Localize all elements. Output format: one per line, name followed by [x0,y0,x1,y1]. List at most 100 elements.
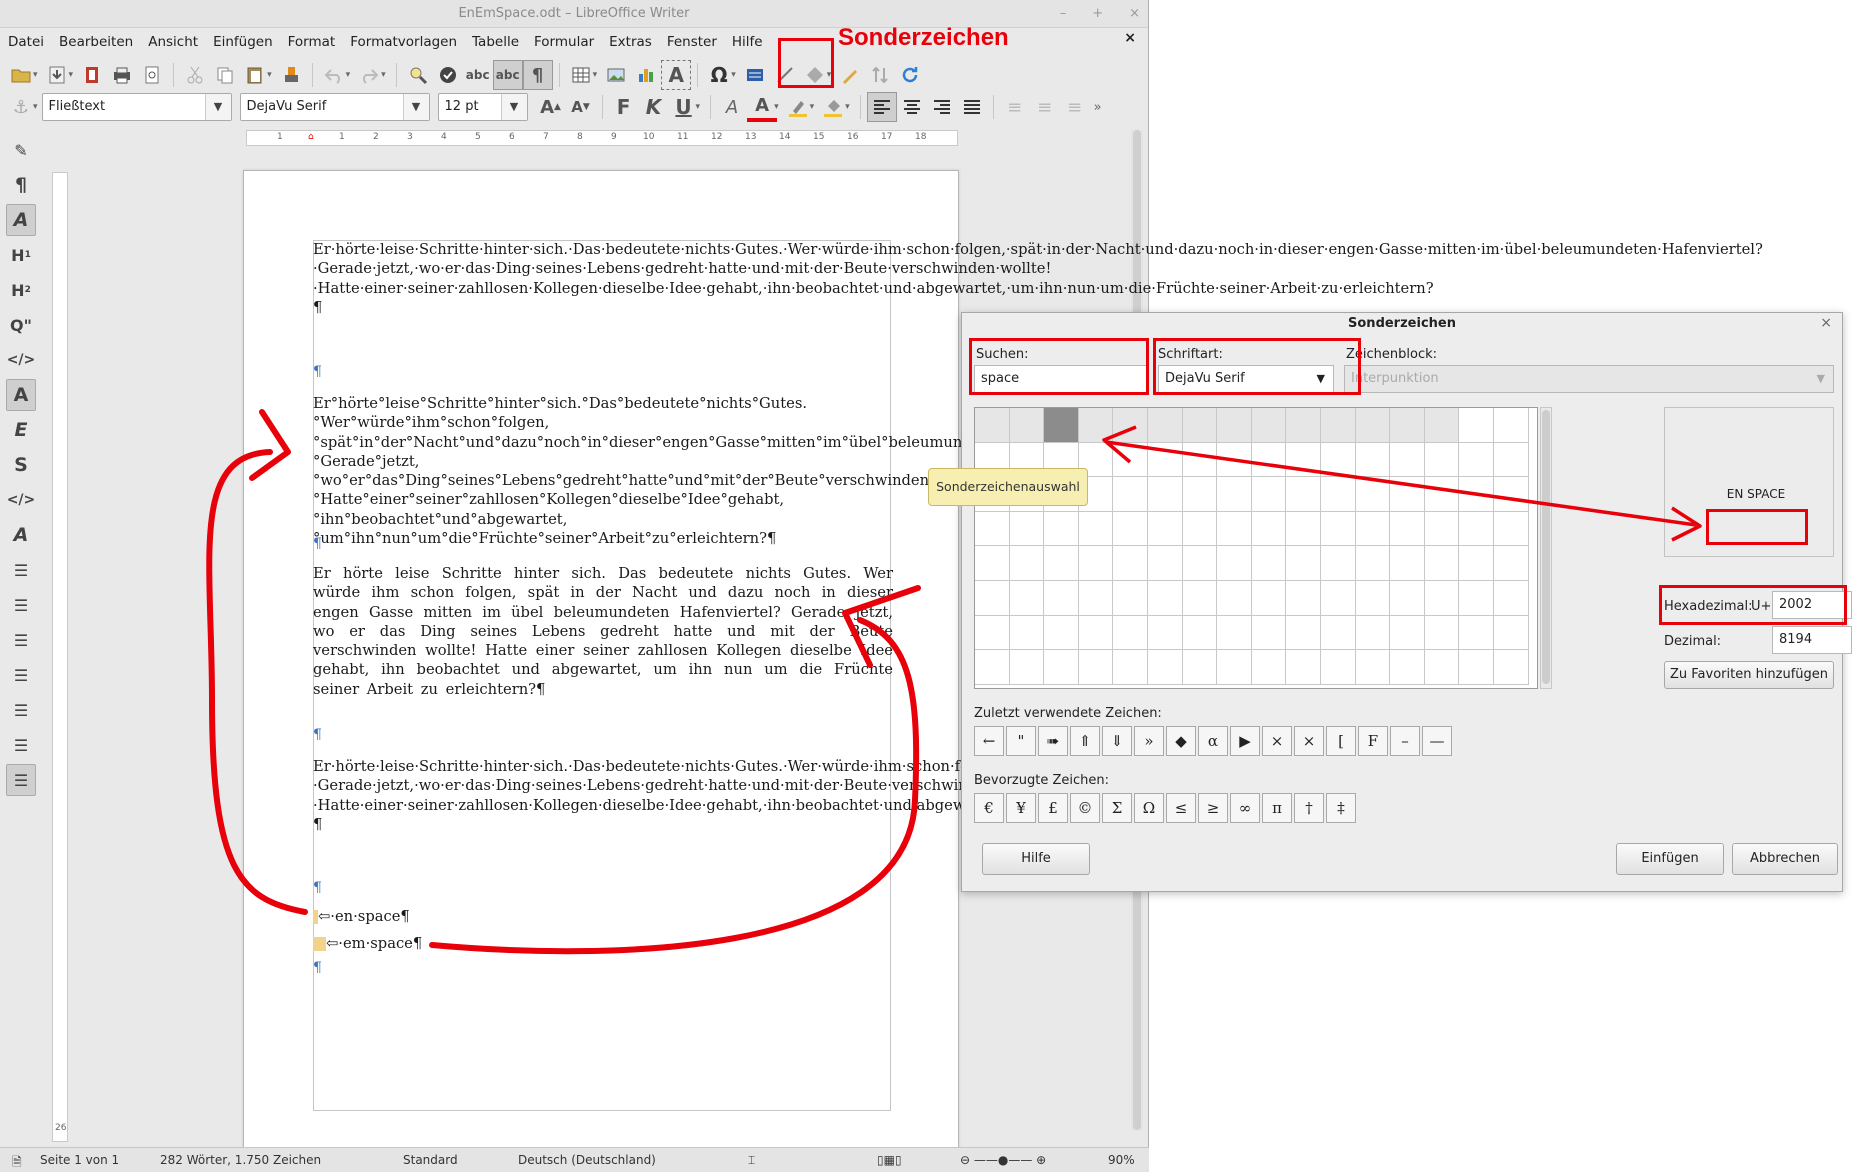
character-cell[interactable] [1286,581,1321,616]
minimize-button[interactable]: – [1060,0,1067,28]
italic-icon[interactable]: K [639,92,669,122]
recent-char[interactable]: [ [1326,726,1356,756]
character-cell[interactable] [1078,581,1114,616]
character-cell[interactable] [1217,546,1252,581]
recent-char[interactable]: – [1390,726,1420,756]
character-cell[interactable] [1078,615,1114,651]
empty-paragraph[interactable]: ¶ [313,364,322,380]
recent-char[interactable]: ▶ [1230,726,1260,756]
character-cell[interactable] [1251,546,1287,581]
heading1-style-icon[interactable]: H1 [6,239,36,271]
character-cell[interactable] [1182,650,1218,685]
no-list-icon[interactable]: ☰ [6,764,36,796]
character-cell[interactable] [1044,511,1079,547]
more-icon[interactable]: » [1094,100,1102,115]
character-cell[interactable] [1494,650,1529,685]
character-cell[interactable] [1459,615,1494,651]
export-pdf-icon[interactable] [77,60,107,90]
recent-char[interactable]: ➠ [1038,726,1068,756]
paragraph-1[interactable]: Er·hörte·leise·Schritte·hinter·sich.·Das… [313,240,1763,317]
character-cell[interactable] [1390,442,1425,478]
list-roman-icon[interactable]: ☰ [6,694,36,726]
help-button[interactable]: Hilfe [982,843,1090,875]
menu-bearbeiten[interactable]: Bearbeiten [59,34,133,50]
dec-input[interactable]: 8194 [1772,626,1852,654]
character-cell[interactable] [1494,546,1529,581]
character-cell[interactable] [1355,581,1391,616]
list-roman-lower-icon[interactable]: ☰ [6,729,36,761]
character-cell[interactable] [1459,581,1494,616]
recent-char[interactable]: × [1262,726,1292,756]
character-cell[interactable] [1009,546,1045,581]
character-cell[interactable] [1148,546,1183,581]
character-cell[interactable] [975,581,1010,616]
character-cell[interactable] [1494,581,1529,616]
background-color-icon[interactable] [818,92,848,122]
recent-char[interactable]: ⇑ [1070,726,1100,756]
character-cell[interactable] [1009,581,1045,616]
character-cell[interactable] [1459,442,1494,478]
emphasis-style-icon[interactable]: E [6,414,36,446]
special-character-icon[interactable]: Ω [704,60,734,90]
grid-scrollbar[interactable] [1540,407,1552,689]
autospell-icon[interactable]: abc [463,60,493,90]
favorite-char[interactable]: £ [1038,793,1068,823]
em-space-line[interactable]: ⇦·em·space¶ [313,934,893,953]
character-cell[interactable] [1390,477,1425,512]
character-cell[interactable] [1113,581,1148,616]
maximize-button[interactable]: + [1092,0,1103,28]
chevron-down-icon[interactable]: ▼ [204,94,231,120]
character-cell[interactable] [1355,615,1391,651]
empty-paragraph[interactable]: ¶ [313,960,322,976]
character-cell[interactable] [1459,477,1494,512]
character-cell[interactable] [1424,408,1460,443]
menu-format[interactable]: Format [288,34,336,50]
character-cell[interactable] [1390,615,1425,651]
menu-extras[interactable]: Extras [609,34,652,50]
highlighting-icon[interactable] [783,92,813,122]
autocorrect-icon[interactable]: abc [492,60,523,90]
insert-button[interactable]: Einfügen [1616,843,1724,875]
recent-char[interactable]: × [1294,726,1324,756]
list-bullet-icon[interactable]: ☰ [6,554,36,586]
character-cell[interactable] [1459,511,1494,547]
default-char-style-icon[interactable]: A [6,379,36,411]
paragraph-style-icon[interactable]: ¶ [6,169,36,201]
character-cell[interactable] [1321,650,1356,685]
selected-character-cell[interactable] [1044,408,1079,443]
strong-style-icon[interactable]: S [6,449,36,481]
character-cell[interactable] [1251,477,1287,512]
favorite-char[interactable]: ≤ [1166,793,1196,823]
insert-table-icon[interactable] [566,60,596,90]
character-cell[interactable] [1424,511,1460,547]
font-size-select[interactable]: 12 pt ▼ [437,93,528,121]
character-cell[interactable] [1424,546,1460,581]
character-cell[interactable] [1390,408,1425,443]
paste-icon[interactable] [240,60,270,90]
character-cell[interactable] [1148,408,1183,443]
recent-char[interactable]: ← [974,726,1004,756]
character-cell[interactable] [1217,408,1252,443]
character-cell[interactable] [1148,615,1183,651]
formatting-marks-icon[interactable]: ¶ [522,60,553,90]
recent-char[interactable]: ⇓ [1102,726,1132,756]
character-cell[interactable] [1044,615,1079,651]
character-cell[interactable] [1251,615,1287,651]
character-cell[interactable] [1286,650,1321,685]
character-cell[interactable] [1113,511,1148,547]
character-cell[interactable] [1044,546,1079,581]
language[interactable]: Deutsch (Deutschland) [518,1153,656,1167]
cut-icon[interactable] [180,60,210,90]
character-cell[interactable] [1494,511,1529,547]
character-cell[interactable] [1009,615,1045,651]
draw-functions-icon[interactable] [835,60,865,90]
character-cell[interactable] [1148,442,1183,478]
align-right-icon[interactable] [927,92,957,122]
character-cell[interactable] [1251,650,1287,685]
character-cell[interactable] [1424,442,1460,478]
insert-chart-icon[interactable] [631,60,661,90]
print-preview-icon[interactable] [137,60,167,90]
character-cell[interactable] [1251,511,1287,547]
character-cell[interactable] [1390,546,1425,581]
underline-icon[interactable]: U [669,92,699,122]
